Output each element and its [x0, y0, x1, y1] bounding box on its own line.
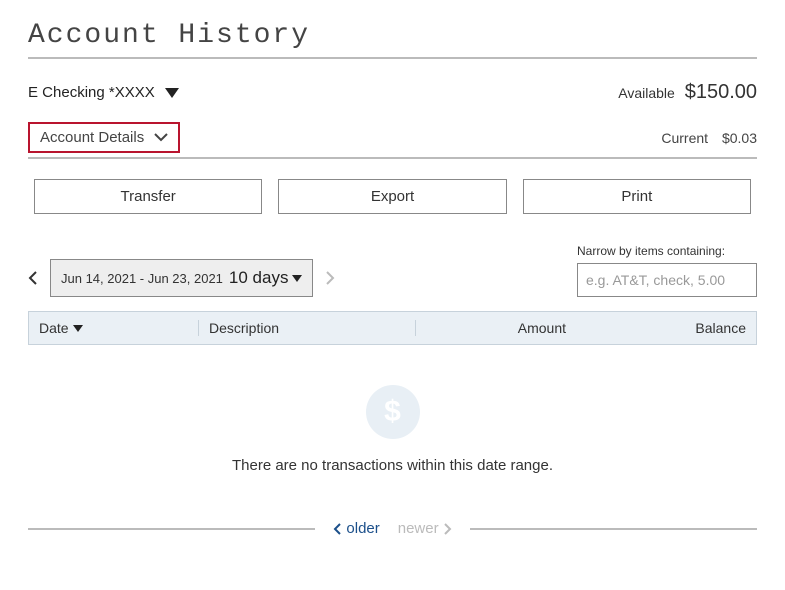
older-link[interactable]: older: [333, 520, 379, 537]
empty-message: There are no transactions within this da…: [28, 457, 757, 474]
transfer-button[interactable]: Transfer: [34, 179, 262, 214]
available-label: Available: [618, 85, 675, 101]
chevron-left-icon: [333, 522, 342, 536]
title-divider: [28, 57, 757, 59]
sort-desc-icon: [73, 325, 83, 332]
available-amount: $150.00: [685, 81, 757, 103]
date-prev-button[interactable]: [28, 270, 38, 286]
current-amount: $0.03: [722, 130, 757, 146]
newer-label: newer: [398, 520, 439, 537]
print-button[interactable]: Print: [523, 179, 751, 214]
date-range-text: Jun 14, 2021 - Jun 23, 2021: [61, 271, 223, 286]
date-controls: Jun 14, 2021 - Jun 23, 2021 10 days: [28, 259, 335, 297]
chevron-down-icon: [154, 133, 168, 142]
empty-state: $ There are no transactions within this …: [28, 345, 757, 500]
account-row: E Checking *XXXX Available $150.00: [28, 81, 757, 104]
details-row: Account Details Current $0.03: [28, 122, 757, 153]
column-amount: Amount: [416, 320, 576, 336]
column-description: Description: [199, 320, 416, 336]
available-balance: Available $150.00: [618, 81, 757, 104]
section-divider: [28, 157, 757, 159]
filter-row: Jun 14, 2021 - Jun 23, 2021 10 days Narr…: [28, 244, 757, 297]
chevron-down-icon: [165, 88, 179, 98]
pagination: older newer: [28, 520, 757, 537]
pagination-divider-right: [470, 528, 757, 530]
date-next-button[interactable]: [325, 270, 335, 286]
column-date[interactable]: Date: [39, 320, 199, 336]
table-header: Date Description Amount Balance: [28, 311, 757, 345]
export-button[interactable]: Export: [278, 179, 506, 214]
narrow-label: Narrow by items containing:: [577, 244, 757, 258]
chevron-right-icon: [443, 522, 452, 536]
current-label: Current: [661, 130, 708, 146]
narrow-input[interactable]: [577, 263, 757, 297]
account-details-label: Account Details: [40, 129, 144, 146]
pagination-divider-left: [28, 528, 315, 530]
account-name: E Checking *XXXX: [28, 84, 155, 101]
newer-link: newer: [398, 520, 452, 537]
date-range-days: 10 days: [229, 268, 289, 288]
older-label: older: [346, 520, 379, 537]
column-date-label: Date: [39, 320, 69, 336]
narrow-filter: Narrow by items containing:: [577, 244, 757, 297]
account-selector[interactable]: E Checking *XXXX: [28, 84, 179, 101]
account-details-toggle[interactable]: Account Details: [28, 122, 180, 153]
column-balance: Balance: [576, 320, 746, 336]
action-buttons: Transfer Export Print: [28, 179, 757, 214]
page-title: Account History: [28, 20, 757, 57]
date-range-selector[interactable]: Jun 14, 2021 - Jun 23, 2021 10 days: [50, 259, 313, 297]
chevron-down-icon: [292, 275, 302, 282]
current-balance: Current $0.03: [661, 130, 757, 146]
dollar-icon: $: [366, 385, 420, 439]
